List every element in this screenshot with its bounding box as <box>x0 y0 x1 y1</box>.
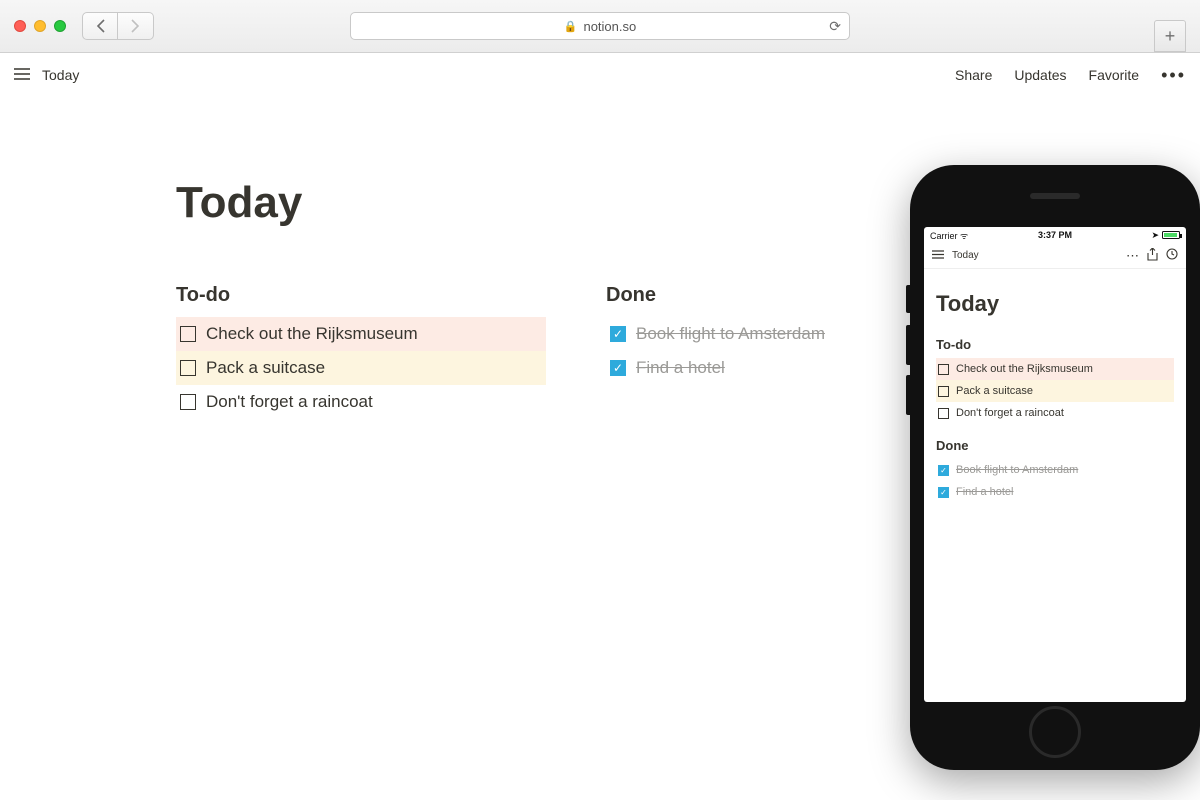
checkbox-unchecked-icon[interactable] <box>180 394 196 410</box>
reload-button[interactable]: ⟳ <box>829 18 841 35</box>
ios-history-button[interactable] <box>1166 248 1178 263</box>
checkbox-checked-icon[interactable]: ✓ <box>610 360 626 376</box>
ios-share-button[interactable] <box>1147 248 1158 264</box>
ios-todo-text: Don't forget a raincoat <box>956 407 1064 419</box>
hamburger-icon <box>14 68 30 80</box>
new-tab-button[interactable]: + <box>1154 20 1186 52</box>
todo-column: To-do Check out the Rijksmuseum Pack a s… <box>176 284 546 419</box>
ios-more-menu[interactable]: ⋯ <box>1126 248 1139 264</box>
todo-heading[interactable]: To-do <box>176 284 546 307</box>
more-menu[interactable]: ••• <box>1161 66 1186 84</box>
status-time: 3:37 PM <box>1038 230 1072 240</box>
breadcrumb[interactable]: Today <box>42 67 79 83</box>
back-button[interactable] <box>82 12 118 40</box>
todo-item[interactable]: Check out the Rijksmuseum <box>176 317 546 351</box>
browser-chrome: 🔒 notion.so ⟳ + <box>0 0 1200 53</box>
window-zoom-button[interactable] <box>54 20 66 32</box>
clock-icon <box>1166 248 1178 260</box>
checkbox-unchecked-icon[interactable] <box>180 326 196 342</box>
phone-mockup: Carrier ᯤ 3:37 PM ➤ Today ⋯ Today To-do <box>910 165 1200 770</box>
carrier-label: Carrier ᯤ <box>930 229 968 242</box>
checkbox-unchecked-icon[interactable] <box>180 360 196 376</box>
notion-toolbar: Today Share Updates Favorite ••• <box>0 53 1200 98</box>
todo-item[interactable]: Pack a suitcase <box>176 351 546 385</box>
chevron-left-icon <box>96 19 105 33</box>
ios-toolbar: Today ⋯ <box>924 243 1186 269</box>
sidebar-toggle[interactable] <box>14 67 30 83</box>
todo-item[interactable]: Don't forget a raincoat <box>176 385 546 419</box>
checkbox-unchecked-icon[interactable] <box>938 364 949 375</box>
checkbox-unchecked-icon[interactable] <box>938 386 949 397</box>
url-host: notion.so <box>583 19 636 34</box>
checkbox-checked-icon[interactable]: ✓ <box>938 465 949 476</box>
address-bar[interactable]: 🔒 notion.so ⟳ <box>350 12 850 40</box>
todo-text: Check out the Rijksmuseum <box>206 324 418 344</box>
share-button[interactable]: Share <box>955 67 992 83</box>
ios-done-text: Book flight to Amsterdam <box>956 464 1078 476</box>
favorite-button[interactable]: Favorite <box>1089 67 1140 83</box>
checkbox-checked-icon[interactable]: ✓ <box>610 326 626 342</box>
battery-icon <box>1162 231 1180 239</box>
ios-done-heading[interactable]: Done <box>936 438 1174 453</box>
ios-breadcrumb[interactable]: Today <box>952 250 979 261</box>
ios-done-item[interactable]: ✓ Book flight to Amsterdam <box>936 459 1174 481</box>
location-icon: ➤ <box>1151 230 1159 241</box>
window-controls <box>14 20 66 32</box>
ios-done-item[interactable]: ✓ Find a hotel <box>936 481 1174 503</box>
checkbox-unchecked-icon[interactable] <box>938 408 949 419</box>
lock-icon: 🔒 <box>564 20 578 33</box>
chevron-right-icon <box>131 19 140 33</box>
ios-todo-heading[interactable]: To-do <box>936 337 1174 352</box>
ios-todo-item[interactable]: Don't forget a raincoat <box>936 402 1174 424</box>
phone-screen: Carrier ᯤ 3:37 PM ➤ Today ⋯ Today To-do <box>924 227 1186 702</box>
ios-todo-text: Check out the Rijksmuseum <box>956 363 1093 375</box>
ios-sidebar-toggle[interactable] <box>932 250 944 262</box>
forward-button[interactable] <box>118 12 154 40</box>
nav-buttons <box>82 12 154 40</box>
ios-page-title[interactable]: Today <box>936 291 1174 317</box>
ios-todo-item[interactable]: Pack a suitcase <box>936 380 1174 402</box>
window-minimize-button[interactable] <box>34 20 46 32</box>
todo-text: Pack a suitcase <box>206 358 325 378</box>
ios-status-bar: Carrier ᯤ 3:37 PM ➤ <box>924 227 1186 243</box>
ios-done-text: Find a hotel <box>956 486 1013 498</box>
share-icon <box>1147 248 1158 261</box>
todo-text: Don't forget a raincoat <box>206 392 373 412</box>
window-close-button[interactable] <box>14 20 26 32</box>
ios-todo-text: Pack a suitcase <box>956 385 1033 397</box>
done-text: Book flight to Amsterdam <box>636 324 825 344</box>
done-text: Find a hotel <box>636 358 725 378</box>
checkbox-checked-icon[interactable]: ✓ <box>938 487 949 498</box>
ios-page: Today To-do Check out the Rijksmuseum Pa… <box>924 269 1186 525</box>
updates-button[interactable]: Updates <box>1014 67 1066 83</box>
hamburger-icon <box>932 250 944 259</box>
ios-todo-item[interactable]: Check out the Rijksmuseum <box>936 358 1174 380</box>
